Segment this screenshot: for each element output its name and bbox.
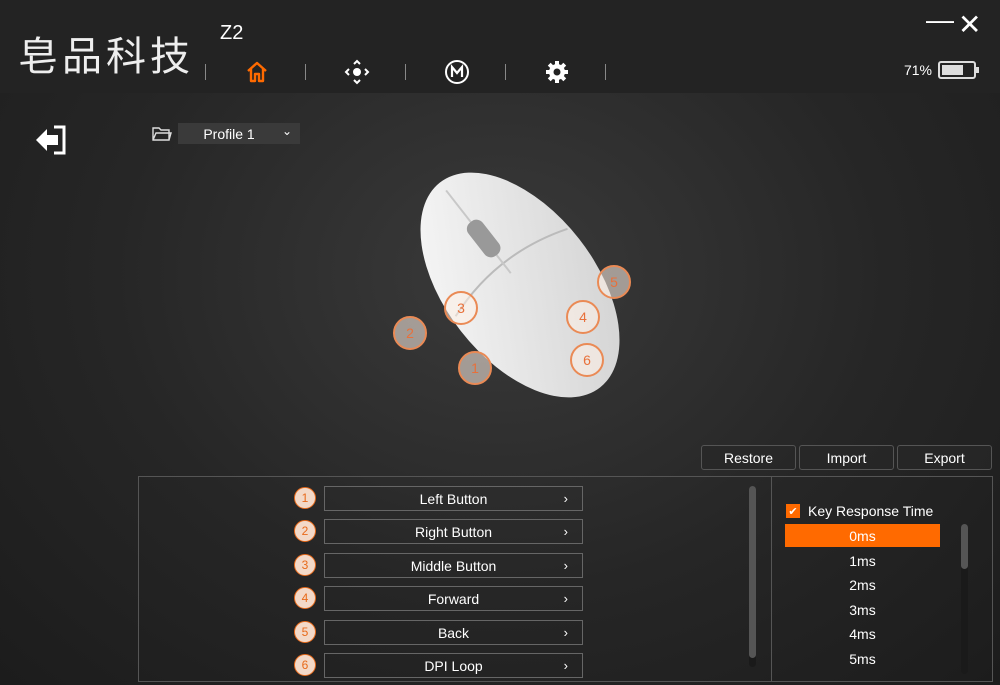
mouse-marker-1[interactable]: 1	[458, 351, 492, 385]
nav-home[interactable]	[243, 58, 271, 86]
home-icon	[247, 61, 267, 83]
button-assign-forward[interactable]: Forward ›	[324, 586, 583, 611]
response-option[interactable]: 4ms	[785, 622, 940, 645]
battery-icon	[938, 61, 979, 79]
chevron-right-icon: ›	[563, 658, 568, 673]
minimize-button[interactable]: —	[926, 4, 954, 36]
button-assign-left[interactable]: Left Button ›	[324, 486, 583, 511]
button-label: Forward	[427, 590, 480, 607]
button-row: 5 Back ›	[294, 620, 584, 645]
divider	[205, 64, 206, 80]
divider	[605, 64, 606, 80]
nav-settings[interactable]	[543, 58, 571, 86]
profile-dropdown[interactable]: Profile 1 ⌄	[178, 123, 300, 144]
button-label: DPI Loop	[424, 657, 483, 674]
button-label: Left Button	[419, 490, 488, 507]
button-label: Middle Button	[410, 557, 497, 574]
row-number: 2	[294, 520, 316, 542]
row-number: 3	[294, 554, 316, 576]
brand-logo: 皂品科技	[18, 35, 194, 79]
settings-icon	[546, 61, 568, 83]
row-number: 1	[294, 487, 316, 509]
button-row: 4 Forward ›	[294, 586, 584, 611]
dpi-icon	[344, 59, 370, 85]
folder-icon	[152, 126, 172, 141]
chevron-right-icon: ›	[563, 591, 568, 606]
row-number: 6	[294, 654, 316, 676]
chevron-right-icon: ›	[563, 491, 568, 506]
response-option[interactable]: 0ms	[785, 524, 940, 547]
mouse-marker-3[interactable]: 3	[444, 291, 478, 325]
main-nav	[205, 58, 643, 86]
button-label: Back	[437, 624, 470, 641]
key-response-toggle[interactable]: ✔ Key Response Time	[786, 503, 933, 519]
profile-selector: Profile 1 ⌄	[152, 123, 300, 144]
button-assign-dpi-loop[interactable]: DPI Loop ›	[324, 653, 583, 678]
mouse-marker-2[interactable]: 2	[393, 316, 427, 350]
key-response-label: Key Response Time	[808, 503, 934, 519]
button-assign-right[interactable]: Right Button ›	[324, 519, 583, 544]
close-button[interactable]: ✕	[958, 8, 981, 41]
divider	[771, 477, 772, 681]
button-row: 1 Left Button ›	[294, 486, 584, 511]
battery-status: 71%	[903, 61, 979, 79]
device-model: Z2	[220, 22, 244, 44]
chevron-right-icon: ›	[563, 524, 568, 539]
exit-icon	[36, 125, 66, 155]
profile-value: Profile 1	[203, 125, 255, 142]
divider	[405, 64, 406, 80]
import-button[interactable]: Import	[799, 445, 894, 470]
button-list-scrollbar[interactable]	[749, 486, 756, 667]
nav-dpi[interactable]	[343, 58, 371, 86]
button-row: 6 DPI Loop ›	[294, 653, 584, 678]
row-number: 4	[294, 587, 316, 609]
nav-macro[interactable]	[443, 58, 471, 86]
response-option[interactable]: 3ms	[785, 598, 940, 621]
button-label: Right Button	[414, 523, 493, 540]
button-row: 2 Right Button ›	[294, 519, 584, 544]
battery-percent: 71%	[903, 62, 932, 78]
export-button[interactable]: Export	[897, 445, 992, 470]
mouse-marker-5[interactable]: 5	[597, 265, 631, 299]
settings-panel: 1 Left Button › 2 Right Button › 3 Middle But…	[138, 476, 993, 682]
response-option[interactable]: 1ms	[785, 549, 940, 572]
response-option[interactable]: 2ms	[785, 573, 940, 596]
row-number: 5	[294, 621, 316, 643]
checkbox-checked[interactable]: ✔	[786, 504, 800, 518]
response-option[interactable]: 5ms	[785, 647, 940, 670]
chevron-right-icon: ›	[563, 625, 568, 640]
button-assign-middle[interactable]: Middle Button ›	[324, 553, 583, 578]
chevron-down-icon: ⌄	[281, 124, 292, 138]
response-scrollbar[interactable]	[961, 524, 968, 674]
divider	[305, 64, 306, 80]
button-row: 3 Middle Button ›	[294, 553, 584, 578]
restore-button[interactable]: Restore	[701, 445, 796, 470]
mouse-marker-6[interactable]: 6	[570, 343, 604, 377]
macro-icon	[445, 60, 469, 84]
title-bar: 皂品科技 Z2 — ✕ 71%	[0, 0, 1000, 93]
back-button[interactable]	[34, 124, 70, 161]
divider	[505, 64, 506, 80]
mouse-marker-4[interactable]: 4	[566, 300, 600, 334]
chevron-right-icon: ›	[563, 558, 568, 573]
button-assign-back[interactable]: Back ›	[324, 620, 583, 645]
